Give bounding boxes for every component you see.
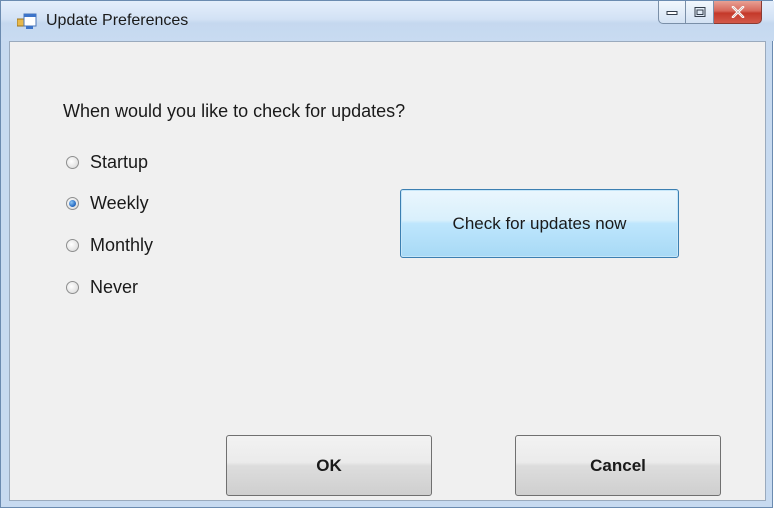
update-frequency-question: When would you like to check for updates… — [63, 101, 406, 121]
maximize-icon — [694, 7, 705, 17]
close-button[interactable] — [714, 1, 762, 24]
window-title: Update Preferences — [46, 12, 189, 29]
minimize-button[interactable] — [658, 1, 686, 24]
maximize-button[interactable] — [686, 1, 714, 24]
radio-weekly[interactable]: Weekly — [66, 193, 149, 214]
close-icon — [731, 6, 744, 18]
cancel-button[interactable]: Cancel — [515, 435, 721, 496]
check-for-updates-now-button[interactable]: Check for updates now — [400, 189, 679, 258]
dialog-body: When would you like to check for updates… — [9, 41, 766, 501]
radio-button[interactable] — [66, 156, 79, 169]
form-icon[interactable] — [16, 13, 37, 30]
radio-button[interactable] — [66, 281, 79, 294]
radio-label: Never — [90, 277, 139, 297]
radio-monthly[interactable]: Monthly — [66, 235, 153, 256]
radio-label: Startup — [90, 152, 149, 172]
radio-button[interactable] — [66, 197, 79, 210]
radio-startup[interactable]: Startup — [66, 152, 148, 173]
caption-buttons — [658, 1, 762, 25]
radio-label: Weekly — [90, 193, 149, 213]
radio-never[interactable]: Never — [66, 277, 138, 298]
radio-label: Monthly — [90, 235, 154, 255]
radio-button[interactable] — [66, 239, 79, 252]
update-preferences-window: Update Preferences When would you like t… — [0, 0, 774, 508]
minimize-icon — [666, 11, 678, 15]
ok-button[interactable]: OK — [226, 435, 432, 496]
title-bar[interactable]: Update Preferences — [1, 1, 774, 41]
